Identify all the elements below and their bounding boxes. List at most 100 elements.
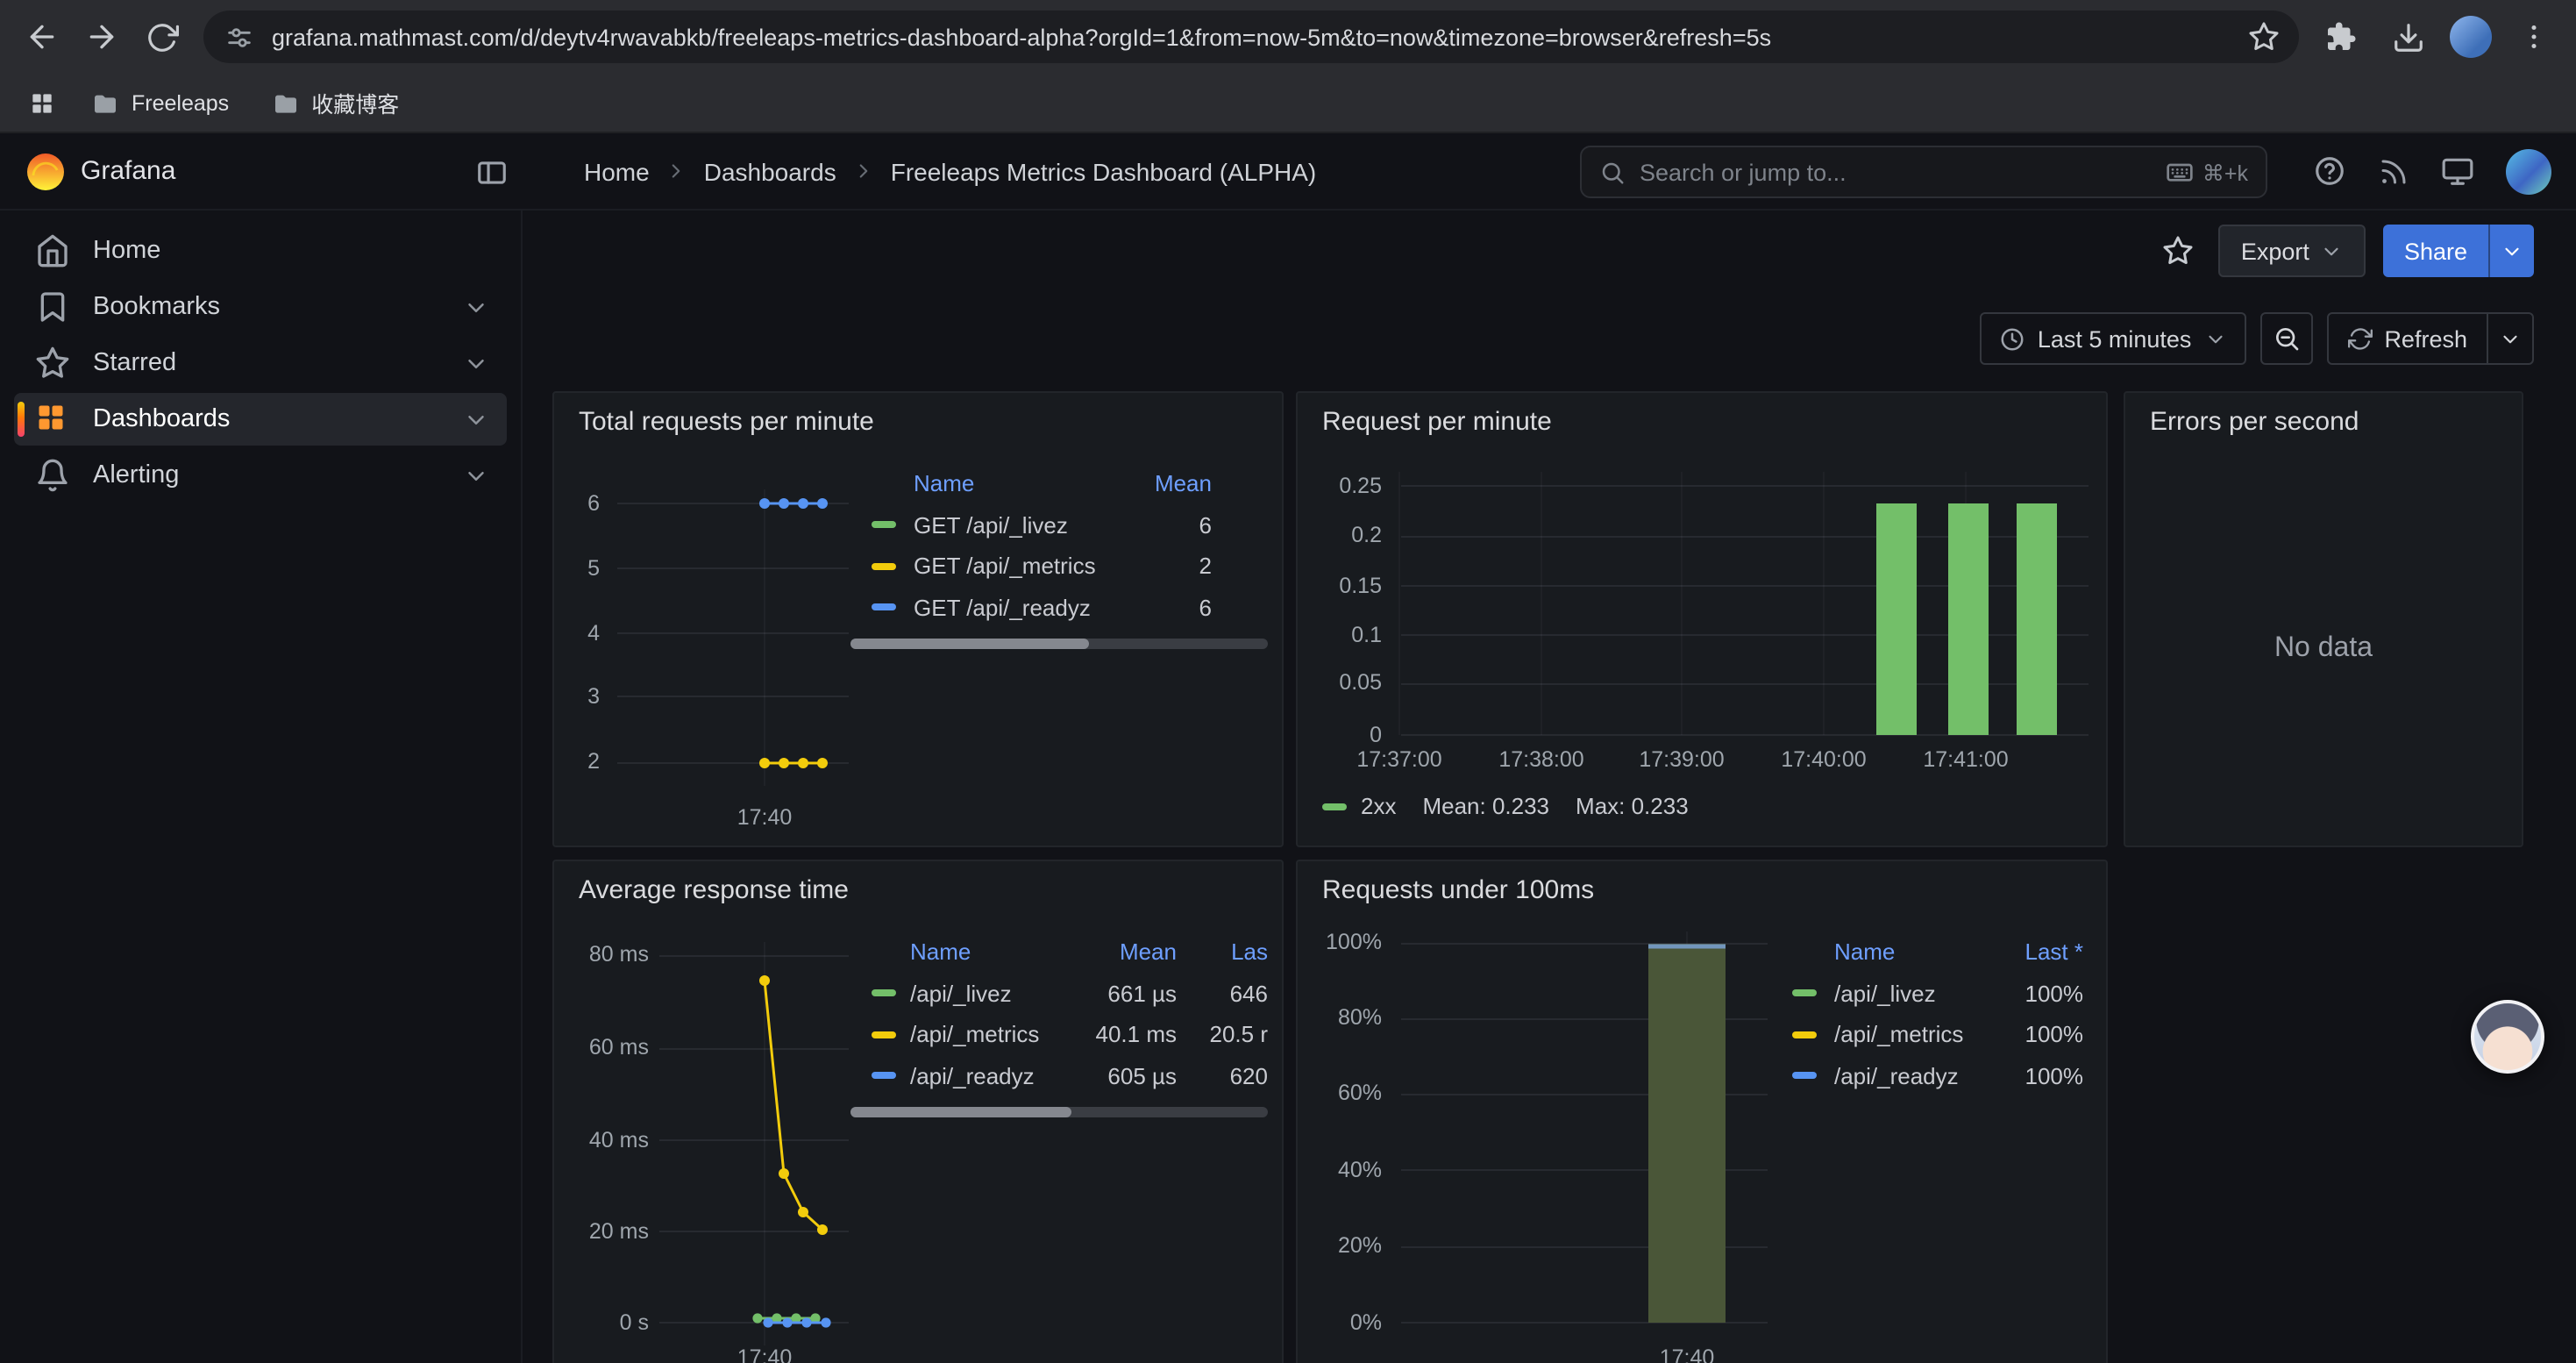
series-swatch xyxy=(1792,1031,1817,1038)
legend-max: Max: 0.233 xyxy=(1576,793,1689,819)
zoom-out-button[interactable] xyxy=(2259,312,2312,365)
no-data-message: No data xyxy=(2125,633,2522,665)
bookmarks-bar: Freeleaps 收藏博客 xyxy=(0,74,2576,133)
sidebar-item-label: Home xyxy=(93,237,160,265)
back-button[interactable] xyxy=(14,9,70,65)
series-name[interactable]: /api/_readyz xyxy=(1834,1063,1978,1089)
url-bar[interactable]: grafana.mathmast.com/d/deytv4rwavabkb/fr… xyxy=(203,11,2299,63)
refresh-icon xyxy=(2347,326,2372,351)
legend-row: /api/_livez 661 µs 646 xyxy=(850,973,1268,1014)
breadcrumb-home[interactable]: Home xyxy=(584,157,650,185)
legend-header-mean[interactable]: Mean xyxy=(1075,939,1177,966)
chevron-down-icon[interactable] xyxy=(463,462,489,489)
series-name[interactable]: /api/_livez xyxy=(1834,981,1978,1007)
share-menu-caret[interactable] xyxy=(2488,225,2534,277)
y-axis-tick: 40 ms xyxy=(554,1128,649,1152)
series-last: 100% xyxy=(1996,1022,2083,1048)
breadcrumb-dashboards[interactable]: Dashboards xyxy=(704,157,836,185)
y-axis-tick: 2 xyxy=(554,749,600,774)
y-axis-tick: 80 ms xyxy=(554,942,649,967)
panel-title[interactable]: Errors per second xyxy=(2150,407,2359,437)
legend-row: /api/_readyz 100% xyxy=(1771,1055,2083,1096)
request-per-minute-chart[interactable] xyxy=(1298,393,2108,847)
series-last: 620 xyxy=(1191,1063,1268,1089)
browser-profile-avatar[interactable] xyxy=(2450,16,2492,58)
news-rss-icon[interactable] xyxy=(2378,155,2409,187)
y-axis-tick: 0.2 xyxy=(1298,523,1382,547)
chevron-down-icon[interactable] xyxy=(463,406,489,432)
bookmark-star-icon[interactable] xyxy=(2243,16,2285,58)
time-range-picker[interactable]: Last 5 minutes xyxy=(1980,312,2246,365)
refresh-control: Refresh xyxy=(2326,312,2534,365)
series-name[interactable]: /api/_readyz xyxy=(910,1063,1061,1089)
legend-header-mean[interactable]: Mean xyxy=(1124,471,1212,497)
series-readyz-line xyxy=(759,498,828,509)
series-name[interactable]: GET /api/_readyz xyxy=(914,595,1107,621)
monitor-icon[interactable] xyxy=(2441,154,2474,188)
help-icon[interactable] xyxy=(2313,154,2346,188)
y-axis-tick: 20% xyxy=(1305,1233,1382,1258)
legend-scrollbar[interactable] xyxy=(850,1107,1268,1117)
forward-button[interactable] xyxy=(74,9,130,65)
sidebar-item-bookmarks[interactable]: Bookmarks xyxy=(14,281,507,333)
refresh-button[interactable]: Refresh xyxy=(2328,314,2487,363)
series-swatch xyxy=(1792,1073,1817,1080)
x-axis-tick: 17:40 xyxy=(1645,1345,1729,1363)
legend-header-last[interactable]: Last * xyxy=(1996,939,2083,966)
legend-header-name[interactable]: Name xyxy=(910,939,1061,966)
series-name[interactable]: GET /api/_livez xyxy=(914,512,1107,539)
y-axis-tick: 3 xyxy=(554,684,600,709)
y-axis-tick: 100% xyxy=(1305,930,1382,954)
panel-avg-response-time: Average response time xyxy=(552,860,1284,1363)
series-name[interactable]: GET /api/_metrics xyxy=(914,553,1107,580)
sidebar-item-alerting[interactable]: Alerting xyxy=(14,449,507,502)
legend-scrollbar-thumb[interactable] xyxy=(850,1107,1071,1117)
browser-window: grafana.mathmast.com/d/deytv4rwavabkb/fr… xyxy=(0,0,2576,1363)
search-icon xyxy=(1599,159,1626,185)
sidebar-item-dashboards[interactable]: Dashboards xyxy=(14,393,507,446)
user-avatar[interactable] xyxy=(2506,148,2551,194)
browser-actions xyxy=(2313,9,2562,65)
gridlines xyxy=(659,942,849,1345)
favorite-star-icon[interactable] xyxy=(2155,228,2201,274)
legend-header-name[interactable]: Name xyxy=(1834,939,1978,966)
apps-grid-icon[interactable] xyxy=(21,82,63,124)
export-button[interactable]: Export xyxy=(2218,225,2366,277)
legend-row: /api/_livez 100% xyxy=(1771,973,2083,1014)
series-name[interactable]: /api/_livez xyxy=(910,981,1061,1007)
chevron-right-icon xyxy=(665,160,688,182)
dock-menu-icon[interactable] xyxy=(470,151,512,193)
bookmark-label: Freeleaps xyxy=(132,90,229,115)
legend-scrollbar[interactable] xyxy=(850,639,1268,649)
downloads-icon[interactable] xyxy=(2380,9,2436,65)
browser-menu-icon[interactable] xyxy=(2506,9,2562,65)
bookmark-folder-blogs[interactable]: 收藏博客 xyxy=(257,81,413,125)
sidebar-item-home[interactable]: Home xyxy=(14,225,507,277)
chat-widget-avatar[interactable] xyxy=(2471,1000,2544,1074)
legend-scrollbar-thumb[interactable] xyxy=(850,639,1088,649)
legend-header-last[interactable]: Las xyxy=(1191,939,1268,966)
clock-icon xyxy=(1999,325,2025,352)
search-input[interactable] xyxy=(1640,159,2152,185)
chevron-down-icon[interactable] xyxy=(463,294,489,320)
site-settings-icon[interactable] xyxy=(224,22,254,52)
x-axis-tick: 17:39:00 xyxy=(1626,747,1738,772)
legend-header-name[interactable]: Name xyxy=(914,471,1107,497)
legend-series-2xx[interactable]: 2xx xyxy=(1322,793,1396,819)
series-swatch xyxy=(872,1031,896,1038)
dashboard-actions: Export Share xyxy=(2155,225,2534,277)
x-axis-tick: 17:40 xyxy=(722,805,807,830)
reload-button[interactable] xyxy=(133,9,189,65)
chevron-down-icon[interactable] xyxy=(463,350,489,376)
y-axis-tick: 0 xyxy=(1298,723,1382,747)
grafana-logo[interactable] xyxy=(25,151,67,193)
global-search[interactable]: ⌘+k xyxy=(1580,146,2267,198)
extensions-icon[interactable] xyxy=(2313,9,2369,65)
series-last: 100% xyxy=(1996,1063,2083,1089)
bookmark-folder-freeleaps[interactable]: Freeleaps xyxy=(77,83,243,122)
refresh-interval-caret[interactable] xyxy=(2487,314,2532,363)
series-name[interactable]: /api/_metrics xyxy=(1834,1022,1978,1048)
sidebar-item-starred[interactable]: Starred xyxy=(14,337,507,389)
share-button[interactable]: Share xyxy=(2383,225,2534,277)
series-name[interactable]: /api/_metrics xyxy=(910,1022,1061,1048)
